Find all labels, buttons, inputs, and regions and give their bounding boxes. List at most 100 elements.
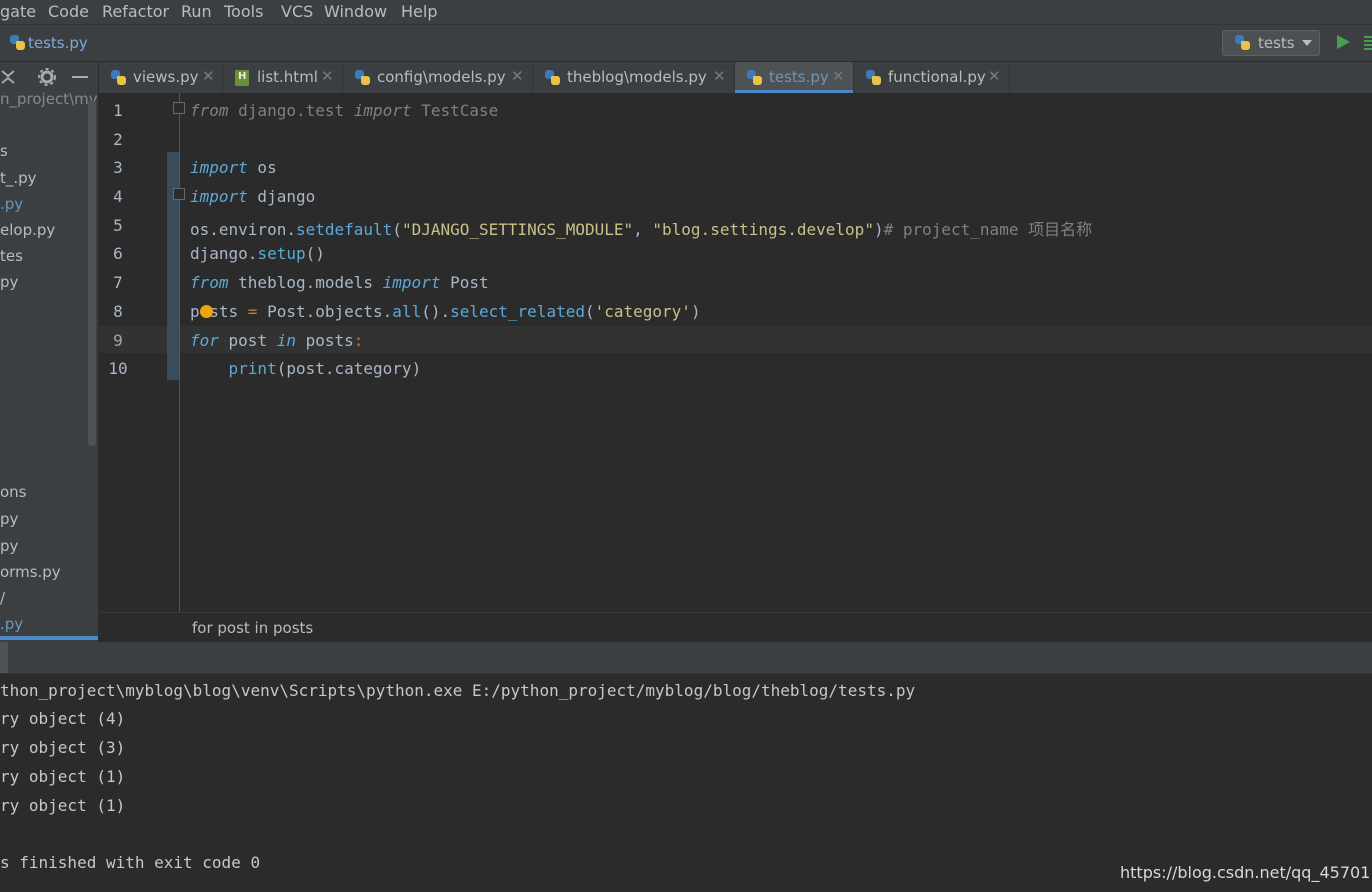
line-number: 1 — [113, 101, 123, 120]
code-line-10: print(post.category) — [228, 359, 422, 378]
tab-label: functional.py — [888, 68, 986, 86]
gear-icon[interactable] — [38, 68, 56, 86]
html-file-icon — [235, 70, 249, 86]
fold-marker-icon[interactable] — [173, 102, 185, 114]
menu-tools[interactable]: Tools — [224, 2, 263, 21]
menu-window[interactable]: Window — [324, 2, 387, 21]
code-structure-breadcrumb[interactable]: for post in posts — [99, 612, 1372, 643]
tab-config-models-py[interactable]: config\models.py ✕ — [343, 62, 533, 93]
python-file-icon — [355, 70, 370, 85]
code-line-3: import os — [190, 158, 277, 177]
breadcrumb-label: for post in posts — [192, 619, 314, 637]
run-console[interactable]: thon_project\myblog\blog\venv\Scripts\py… — [0, 674, 1372, 892]
python-file-icon — [10, 35, 25, 50]
tree-item[interactable]: tes — [0, 247, 23, 265]
tab-label: theblog\models.py — [567, 68, 707, 86]
python-file-icon — [545, 70, 560, 85]
menu-bar: gate Code Refactor Run Tools VCS Window … — [0, 0, 1372, 25]
line-number: 4 — [113, 187, 123, 206]
tree-item[interactable]: ons — [0, 483, 27, 501]
tab-views-py[interactable]: views.py ✕ — [99, 62, 223, 93]
line-number: 2 — [113, 130, 123, 149]
python-icon — [1235, 35, 1250, 50]
run-tab[interactable] — [0, 642, 8, 673]
fold-marker-icon[interactable] — [173, 188, 185, 200]
tree-item[interactable]: .py — [0, 195, 23, 213]
breadcrumb-file-name: tests.py — [28, 33, 88, 52]
tab-functional-py[interactable]: functional.py ✕ — [854, 62, 1010, 93]
line-number: 10 — [108, 359, 128, 378]
vcs-change-marker[interactable] — [167, 152, 179, 380]
line-number: 6 — [113, 244, 123, 263]
console-line: s finished with exit code 0 — [0, 853, 261, 872]
tree-item[interactable]: .py — [0, 615, 23, 633]
python-file-icon — [866, 70, 881, 85]
selection-indicator — [0, 636, 98, 640]
project-scrollbar[interactable] — [88, 100, 96, 446]
chevron-down-icon — [1302, 40, 1312, 46]
tab-label: config\models.py — [377, 68, 506, 86]
code-line-7: from theblog.models import Post — [190, 273, 489, 292]
tab-label: list.html — [257, 68, 318, 86]
gutter-separator — [179, 93, 180, 612]
project-toolbar — [0, 62, 98, 92]
breadcrumb[interactable]: tests.py — [10, 33, 88, 52]
code-line-5: os.environ.setdefault("DJANGO_SETTINGS_M… — [190, 220, 1093, 239]
tree-item[interactable]: t_.py — [0, 169, 37, 187]
run-play-icon[interactable] — [1337, 35, 1350, 49]
intention-bulb-icon[interactable] — [200, 305, 213, 318]
tab-label: views.py — [133, 68, 199, 86]
minimize-icon[interactable] — [72, 76, 88, 78]
tree-item[interactable]: py — [0, 510, 18, 528]
watermark-text: https://blog.csdn.net/qq_45701131 — [1120, 863, 1372, 882]
console-line: ry object (1) — [0, 767, 126, 786]
menu-navigate[interactable]: gate — [0, 2, 36, 21]
tab-list-html[interactable]: list.html ✕ — [223, 62, 343, 93]
tree-item[interactable]: py — [0, 537, 18, 555]
line-number: 3 — [113, 158, 123, 177]
close-icon[interactable]: ✕ — [321, 67, 334, 85]
close-icon[interactable]: ✕ — [988, 67, 1001, 85]
tree-item[interactable]: py — [0, 273, 18, 291]
tree-item[interactable]: / — [0, 589, 5, 607]
run-configuration-dropdown[interactable]: tests — [1222, 30, 1320, 56]
code-line-4: import django — [190, 187, 316, 206]
tab-label: tests.py — [769, 68, 829, 86]
tab-theblog-models-py[interactable]: theblog\models.py ✕ — [533, 62, 735, 93]
console-line: ry object (1) — [0, 796, 126, 815]
tree-path-label: n_project\my — [0, 90, 98, 108]
console-line: thon_project\myblog\blog\venv\Scripts\py… — [0, 681, 916, 700]
menu-help[interactable]: Help — [401, 2, 437, 21]
run-tool-window-header — [0, 642, 1372, 674]
menu-run[interactable]: Run — [181, 2, 212, 21]
code-line-9: for post in posts: — [190, 331, 364, 350]
project-tool-window — [0, 62, 98, 642]
tree-item[interactable]: orms.py — [0, 563, 61, 581]
console-line: ry object (4) — [0, 709, 126, 728]
run-configuration-label: tests — [1258, 34, 1295, 52]
python-file-icon — [111, 70, 126, 85]
collapse-all-icon[interactable] — [0, 68, 16, 86]
debug-icon[interactable] — [1364, 36, 1372, 50]
navigation-bar — [0, 25, 1372, 62]
line-number: 9 — [113, 331, 123, 350]
code-line-6: django.setup() — [190, 244, 325, 263]
menu-vcs[interactable]: VCS — [281, 2, 313, 21]
tab-tests-py[interactable]: tests.py ✕ — [735, 62, 854, 93]
line-number: 5 — [113, 216, 123, 235]
code-line-8: posts = Post.objects.all().select_relate… — [190, 302, 701, 321]
python-file-icon — [747, 70, 762, 85]
tree-item[interactable]: elop.py — [0, 221, 55, 239]
editor-tab-bar: views.py ✕ list.html ✕ config\models.py … — [99, 62, 1372, 94]
tree-item[interactable]: s — [0, 142, 8, 160]
close-icon[interactable]: ✕ — [511, 67, 524, 85]
console-line: ry object (3) — [0, 738, 126, 757]
close-icon[interactable]: ✕ — [713, 67, 726, 85]
menu-refactor[interactable]: Refactor — [102, 2, 169, 21]
line-number: 8 — [113, 302, 123, 321]
code-line-1: from django.test import TestCase — [190, 101, 499, 120]
line-number: 7 — [113, 273, 123, 292]
close-icon[interactable]: ✕ — [202, 67, 215, 85]
menu-code[interactable]: Code — [48, 2, 89, 21]
close-icon[interactable]: ✕ — [832, 67, 845, 85]
